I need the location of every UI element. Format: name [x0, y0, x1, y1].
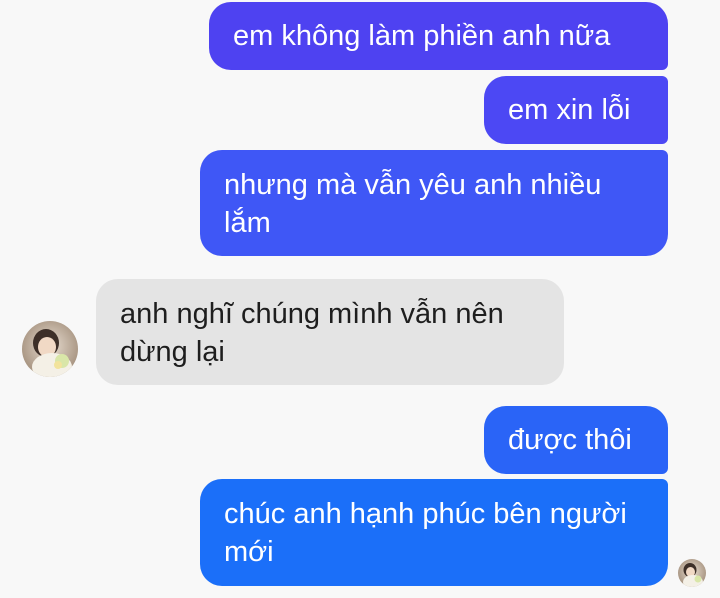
contact-avatar-icon[interactable] — [22, 321, 78, 377]
message-text: chúc anh hạnh phúc bên người mới — [224, 498, 627, 568]
message-text: em xin lỗi — [508, 94, 631, 126]
outgoing-message-bubble[interactable]: em không làm phiền anh nữa — [209, 2, 668, 70]
message-text: nhưng mà vẫn yêu anh nhiều lắm — [224, 169, 602, 239]
incoming-message-bubble[interactable]: anh nghĩ chúng mình vẫn nên dừng lại — [96, 279, 564, 385]
message-text: em không làm phiền anh nữa — [233, 20, 611, 52]
chat-thread: em không làm phiền anh nữa em xin lỗi nh… — [0, 0, 720, 598]
outgoing-message-bubble[interactable]: em xin lỗi — [484, 76, 668, 144]
message-text: anh nghĩ chúng mình vẫn nên dừng lại — [120, 298, 504, 368]
outgoing-message-bubble[interactable]: nhưng mà vẫn yêu anh nhiều lắm — [200, 150, 668, 256]
message-text: được thôi — [508, 424, 632, 456]
read-receipt-avatar-icon — [678, 559, 706, 587]
outgoing-message-bubble[interactable]: được thôi — [484, 406, 668, 474]
outgoing-message-bubble[interactable]: chúc anh hạnh phúc bên người mới — [200, 479, 668, 586]
